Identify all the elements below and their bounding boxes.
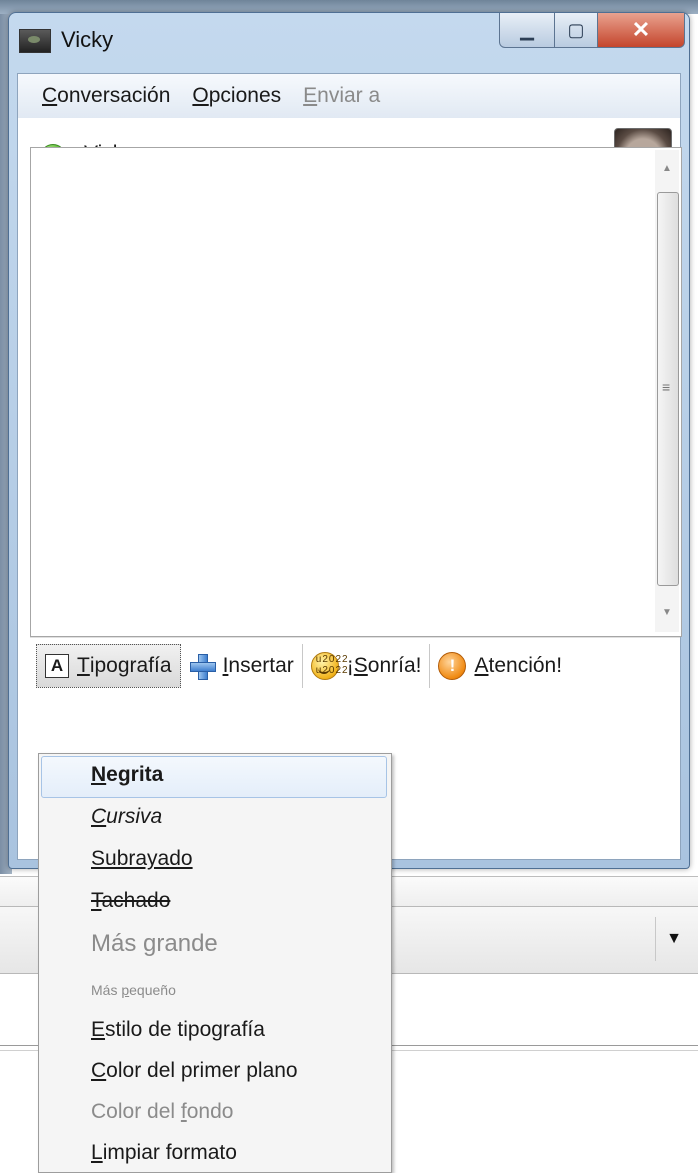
menu-label: nviar a — [317, 84, 381, 107]
format-toolbar: A Tipografía Insertar ¡Sonría! ! Atenció… — [30, 637, 680, 694]
menu-item-mas-grande[interactable]: Más grande — [91, 930, 218, 958]
typography-button[interactable]: A Tipografía — [36, 644, 181, 688]
window-title: Vicky — [61, 27, 114, 52]
menu-item-mas-pequeno[interactable]: Más pequeño — [91, 982, 176, 998]
menu-item-label: stilo de tipografía — [105, 1018, 265, 1041]
minimize-icon: ▁ — [520, 19, 534, 40]
menu-item-label: ondo — [186, 1100, 234, 1123]
menu-mnemonic: E — [303, 84, 318, 107]
scroll-down-arrow-icon[interactable]: ▼ — [657, 598, 677, 628]
menu-item-tachado[interactable]: Tachado — [91, 889, 170, 913]
menu-item-limpiar-formato[interactable]: Limpiar formato — [91, 1141, 237, 1165]
menu-item-mnemonic: C — [91, 1059, 107, 1082]
button-label: tención! — [488, 654, 563, 677]
menu-item-mnemonic: p — [121, 982, 130, 998]
combo-dropdown-arrow-icon[interactable]: ▼ — [655, 917, 692, 961]
minimize-button[interactable]: ▁ — [499, 13, 555, 48]
menu-item-color-primer-plano[interactable]: Color del primer plano — [91, 1059, 298, 1083]
maximize-icon: ▢ — [567, 19, 585, 40]
menu-item-mnemonic: L — [91, 1141, 103, 1164]
menu-item-label: impiar formato — [102, 1141, 237, 1164]
scroll-up-arrow-icon[interactable]: ▲ — [657, 154, 677, 184]
maximize-button[interactable]: ▢ — [555, 13, 598, 48]
menu-item-estilo-tipografia[interactable]: Estilo de tipografía — [91, 1018, 265, 1042]
menu-item-mnemonic: T — [91, 889, 102, 912]
menu-item-mnemonic: g — [143, 930, 157, 957]
menu-item-label: olor del primer plano — [106, 1059, 298, 1082]
menu-label: pciones — [208, 84, 282, 107]
menu-item-prefix: Color del — [91, 1100, 181, 1123]
vertical-scrollbar[interactable]: ▲ ≡ ▼ — [655, 150, 679, 632]
close-icon: ✕ — [631, 17, 651, 42]
button-mnemonic: A — [474, 654, 489, 677]
chat-window: Vicky ▁ ▢ ✕ Conversación Opciones Enviar… — [8, 12, 690, 869]
conversation-history[interactable]: ▲ ≡ ▼ — [30, 147, 682, 637]
button-mnemonic: S — [353, 654, 368, 677]
menu-item-mnemonic: S — [91, 847, 106, 870]
title-bar[interactable]: Vicky ▁ ▢ ✕ — [9, 13, 689, 73]
menu-item-mnemonic: C — [91, 805, 107, 828]
menu-mnemonic: C — [42, 84, 58, 107]
menu-item-subrayado[interactable]: Subrayado — [91, 847, 193, 871]
button-label: onría! — [367, 654, 422, 677]
menu-item-label: ursiva — [106, 805, 163, 828]
menu-label: onversación — [57, 84, 171, 107]
typography-dropdown-menu: Negrita Cursiva Subrayado Tachado Más gr… — [38, 753, 392, 1173]
exclamation-icon: ! — [438, 652, 467, 680]
menu-item-negrita[interactable]: Negrita — [91, 763, 163, 787]
window-controls: ▁ ▢ ✕ — [499, 13, 685, 49]
scroll-thumb[interactable]: ≡ — [657, 192, 679, 586]
button-mnemonic: T — [77, 654, 90, 677]
menu-item-color-fondo[interactable]: Color del fondo — [91, 1100, 233, 1124]
button-label: nsertar — [228, 654, 294, 677]
font-letter-a-icon: A — [45, 654, 69, 678]
smiley-icon — [310, 652, 349, 680]
menu-item-label: egrita — [106, 763, 164, 786]
menu-item-label: ubrayado — [105, 847, 193, 870]
menu-item-prefix: Más — [91, 982, 122, 998]
menu-item-mnemonic: E — [91, 1018, 106, 1041]
button-label: ipografía — [89, 654, 172, 677]
menu-item-label: achado — [101, 889, 171, 912]
close-button[interactable]: ✕ — [598, 13, 685, 48]
menu-item-mnemonic: N — [91, 763, 107, 786]
menu-enviar-a[interactable]: Enviar a — [303, 84, 380, 108]
menu-conversacion[interactable]: Conversación — [42, 84, 170, 108]
menu-item-label: rande — [156, 930, 218, 957]
insert-button[interactable]: Insertar — [181, 644, 303, 688]
menu-item-cursiva[interactable]: Cursiva — [91, 805, 162, 829]
menu-opciones[interactable]: Opciones — [192, 84, 281, 108]
plus-icon — [189, 653, 216, 680]
window-eye-icon — [19, 29, 51, 53]
menu-mnemonic: O — [192, 84, 209, 107]
attention-button[interactable]: ! Atención! — [430, 644, 570, 688]
menu-bar: Conversación Opciones Enviar a — [18, 74, 680, 119]
scroll-grip-icon: ≡ — [662, 379, 671, 395]
menu-item-label: equeño — [129, 982, 176, 998]
menu-item-prefix: Más — [91, 930, 144, 957]
smile-button[interactable]: ¡Sonría! — [303, 644, 431, 688]
